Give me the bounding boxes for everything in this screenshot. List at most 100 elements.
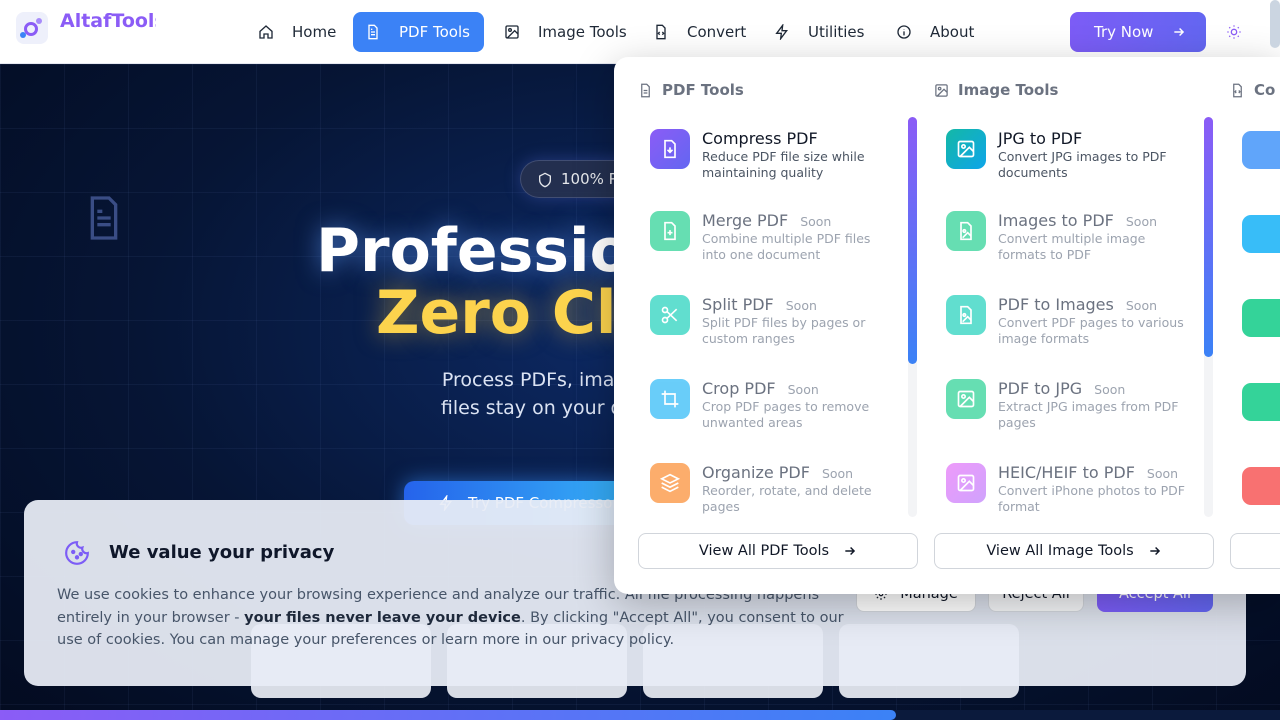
compress-file-icon	[650, 129, 690, 169]
soon-badge: Soon	[1125, 298, 1158, 313]
tool-name: PDF to JPG Soon	[998, 379, 1125, 398]
nav-image-tools-label: Image Tools	[538, 23, 627, 41]
image-tools-heading-text: Image Tools	[958, 81, 1059, 99]
nav-home[interactable]: Home	[246, 12, 350, 52]
nav-pdf-tools-label: PDF Tools	[399, 23, 470, 41]
shield-icon	[539, 172, 551, 188]
nav-utilities-label: Utilities	[808, 23, 865, 41]
tool-name: HEIC/HEIF to PDF Soon	[998, 463, 1178, 482]
convert-tool-icon[interactable]	[1242, 467, 1280, 505]
crop-icon	[650, 379, 690, 419]
tool-description: Reorder, rotate, and delete pages	[702, 483, 872, 514]
nav-convert[interactable]: Convert	[641, 12, 760, 52]
tool-title: Images to PDF	[998, 211, 1114, 230]
soon-badge: Soon	[785, 298, 817, 313]
image-tools-column-heading: Image Tools	[934, 81, 1058, 99]
image-icon	[946, 463, 986, 503]
scroll-progress-bar	[0, 710, 1280, 720]
sun-icon	[1227, 25, 1241, 39]
tool-title: Split PDF	[702, 295, 774, 314]
image-column-scrollbar[interactable]	[1204, 117, 1213, 517]
file-image-icon	[946, 211, 986, 251]
merge-file-icon	[650, 211, 690, 251]
pdf-column-scrollbar[interactable]	[908, 117, 917, 517]
tool-name: Merge PDF Soon	[702, 211, 831, 230]
brand-name: AltafTools	[60, 10, 156, 32]
brand-logo[interactable]: AltafTools	[16, 10, 156, 44]
file-text-icon	[641, 83, 650, 97]
soon-badge: Soon	[1146, 466, 1179, 481]
tool-name: Compress PDF	[702, 129, 818, 148]
tool-title: JPG to PDF	[998, 129, 1083, 148]
home-icon	[259, 25, 273, 39]
nav-convert-label: Convert	[687, 23, 747, 41]
tool-description: Crop PDF pages to remove unwanted areas	[702, 399, 870, 430]
nav-pdf-tools[interactable]: PDF Tools	[353, 12, 484, 52]
convert-heading-text: Co	[1254, 81, 1276, 99]
file-code-icon	[1233, 83, 1242, 97]
tool-description: Convert iPhone photos to PDF format	[998, 483, 1185, 514]
cookie-description: We use cookies to enhance your browsing …	[57, 584, 847, 652]
arrow-right-icon	[1150, 546, 1160, 556]
tool-description: Convert JPG images to PDF documents	[998, 149, 1167, 180]
tool-name: Organize PDF Soon	[702, 463, 853, 482]
view-all-pdf-tools-button[interactable]: View All PDF Tools	[638, 533, 918, 569]
view-all-convert-tools-button[interactable]	[1230, 533, 1280, 569]
tool-images-to-pdf[interactable]: Images to PDF Soon Convert multiple image…	[934, 211, 1190, 295]
pdf-tools-mega-menu: PDF Tools Compress PDF Reduce PDF file s…	[614, 57, 1280, 594]
tool-pdf-to-images[interactable]: PDF to Images Soon Convert PDF pages to v…	[934, 295, 1190, 379]
tool-crop-pdf[interactable]: Crop PDF Soon Crop PDF pages to remove un…	[638, 379, 894, 463]
nav-utilities[interactable]: Utilities	[762, 12, 878, 52]
image-icon	[505, 25, 519, 39]
tool-title: Crop PDF	[702, 379, 776, 398]
tool-jpg-to-pdf[interactable]: JPG to PDF Convert JPG images to PDF doc…	[934, 129, 1190, 213]
try-now-label: Try Now	[1094, 23, 1154, 41]
top-navbar: AltafTools Home PDF Tools Image Tools Co…	[0, 0, 1280, 64]
arrow-right-icon	[1174, 27, 1185, 37]
image-file-icon	[946, 129, 986, 169]
tool-title: HEIC/HEIF to PDF	[998, 463, 1135, 482]
tool-description: Reduce PDF file size while maintaining q…	[702, 149, 865, 180]
convert-tool-icon[interactable]	[1242, 131, 1280, 169]
pdf-tools-column-heading: PDF Tools	[638, 81, 744, 99]
tool-name: Split PDF Soon	[702, 295, 817, 314]
tool-merge-pdf[interactable]: Merge PDF Soon Combine multiple PDF files…	[638, 211, 894, 295]
file-image-icon	[946, 295, 986, 335]
convert-tool-icon[interactable]	[1242, 215, 1280, 253]
tool-pdf-to-jpg[interactable]: PDF to JPG Soon Extract JPG images from P…	[934, 379, 1190, 463]
cookie-icon	[65, 541, 89, 565]
nav-about[interactable]: About	[884, 12, 988, 52]
tool-compress-pdf[interactable]: Compress PDF Reduce PDF file size while …	[638, 129, 894, 213]
view-all-pdf-label: View All PDF Tools	[698, 543, 830, 559]
view-all-image-label: View All Image Tools	[986, 543, 1134, 559]
file-text-icon	[368, 24, 378, 40]
soon-badge: Soon	[800, 214, 832, 229]
cookie-title: We value your privacy	[109, 542, 335, 563]
soon-badge: Soon	[1125, 214, 1158, 229]
view-all-image-tools-button[interactable]: View All Image Tools	[934, 533, 1214, 569]
image-icon	[935, 83, 948, 97]
convert-column-heading: Co	[1230, 81, 1275, 99]
nav-home-label: Home	[292, 23, 337, 41]
page-scrollbar-thumb[interactable]	[1270, 0, 1280, 48]
image-column-scroll-thumb[interactable]	[1204, 117, 1213, 357]
layers-icon	[650, 463, 690, 503]
pdf-tools-heading-text: PDF Tools	[662, 81, 744, 99]
scroll-progress-fill	[0, 710, 896, 720]
tool-name: JPG to PDF	[998, 129, 1082, 148]
tool-title: Organize PDF	[702, 463, 810, 482]
theme-toggle-button[interactable]	[1222, 20, 1246, 44]
nav-image-tools[interactable]: Image Tools	[492, 12, 641, 52]
convert-tool-icon[interactable]	[1242, 383, 1280, 421]
scissors-icon	[650, 295, 690, 335]
convert-tool-icon[interactable]	[1242, 299, 1280, 337]
pdf-column-scroll-thumb[interactable]	[908, 117, 917, 364]
tool-split-pdf[interactable]: Split PDF Soon Split PDF files by pages o…	[638, 295, 894, 379]
tool-title: Merge PDF	[702, 211, 789, 230]
soon-badge: Soon	[821, 466, 854, 481]
floating-document-icon	[90, 196, 118, 240]
try-now-button[interactable]: Try Now	[1070, 12, 1206, 52]
tool-description: Combine multiple PDF files into one docu…	[702, 231, 871, 262]
file-code-icon	[656, 24, 666, 40]
tool-description: Split PDF files by pages or custom range…	[702, 315, 866, 346]
